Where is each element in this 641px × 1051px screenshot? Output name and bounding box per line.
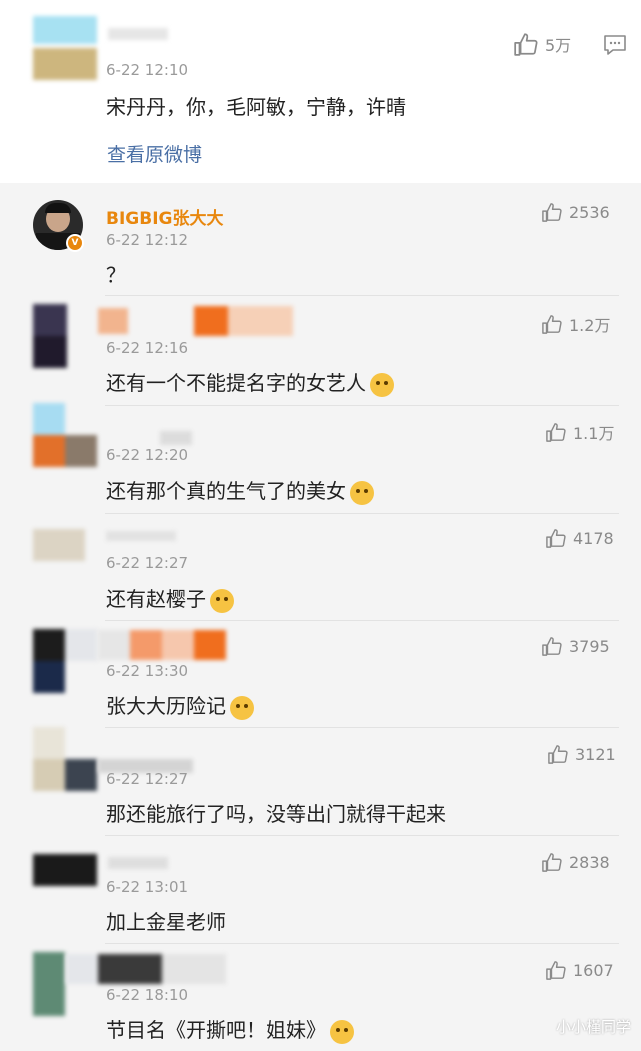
- reply-text: 还有赵樱子: [106, 583, 234, 613]
- laugh-cry-emoji: [230, 695, 254, 720]
- reply-time: 6-22 13:30: [106, 662, 189, 680]
- watermark: 小小槿同学: [555, 1018, 631, 1036]
- comment-text: 宋丹丹，你，毛阿敏，宁静，许晴: [106, 95, 406, 119]
- like-button[interactable]: 5万: [513, 32, 571, 56]
- reply-text-content: 还有那个真的生气了的美女: [106, 479, 346, 503]
- username-blurred[interactable]: [108, 857, 168, 869]
- avatar[interactable]: [33, 854, 97, 886]
- reply-time: 6-22 12:12: [106, 231, 189, 249]
- reply-text-content: 张大大历险记: [106, 694, 226, 718]
- like-button[interactable]: 1.1万: [545, 420, 614, 444]
- like-count: 1.1万: [573, 424, 615, 443]
- username-blurred[interactable]: [106, 531, 176, 541]
- divider: [105, 620, 619, 621]
- divider: [105, 835, 619, 836]
- divider: [105, 727, 619, 728]
- reply-text: 还有一个不能提名字的女艺人: [106, 367, 394, 397]
- doge-emoji: [330, 1019, 354, 1044]
- reply-time: 6-22 12:20: [106, 446, 189, 464]
- like-count: 1607: [573, 960, 614, 980]
- reply-text: 张大大历险记: [106, 690, 254, 720]
- divider: [105, 513, 619, 514]
- like-button[interactable]: 1607: [545, 960, 614, 980]
- like-button[interactable]: 3121: [547, 744, 616, 764]
- reply-text-content: 还有一个不能提名字的女艺人: [106, 371, 366, 395]
- thumbs-up-icon: [546, 529, 566, 548]
- reply-text-content: 节目名《开撕吧！姐妹》: [106, 1018, 326, 1042]
- like-count: 2838: [569, 852, 610, 872]
- username-blurred[interactable]: [98, 306, 293, 336]
- like-button[interactable]: 3795: [541, 636, 610, 656]
- username-blurred[interactable]: [108, 28, 168, 40]
- reply-time: 6-22 13:01: [106, 878, 189, 896]
- divider: [105, 405, 619, 406]
- reply-text: 节目名《开撕吧！姐妹》: [106, 1014, 354, 1044]
- like-button[interactable]: 2536: [541, 202, 610, 222]
- like-count: 5万: [545, 36, 572, 55]
- like-count: 3121: [575, 744, 616, 764]
- reply-text: 那还能旅行了吗，没等出门就得干起来: [106, 802, 446, 826]
- reply-icon[interactable]: [603, 34, 627, 60]
- reply-text: 还有那个真的生气了的美女: [106, 475, 374, 505]
- like-count: 3795: [569, 636, 610, 656]
- verified-badge: V: [66, 234, 84, 252]
- avatar[interactable]: [33, 727, 97, 791]
- avatar[interactable]: [33, 952, 65, 1016]
- username[interactable]: BIGBIG张大大: [106, 204, 223, 229]
- main-comment: 6-22 12:10 宋丹丹，你，毛阿敏，宁静，许晴 查看原微博 5万: [0, 0, 641, 183]
- like-button[interactable]: 1.2万: [541, 312, 610, 336]
- like-button[interactable]: 2838: [541, 852, 610, 872]
- avatar[interactable]: [33, 629, 97, 693]
- thumbs-up-icon: [546, 961, 566, 980]
- thumbs-up-icon: [542, 853, 562, 872]
- thumbs-up-icon: [548, 745, 568, 764]
- reply-text: 加上金星老师: [106, 910, 226, 934]
- doge-emoji: [350, 480, 374, 505]
- reply-time: 6-22 12:27: [106, 554, 189, 572]
- reply-text-content: 还有赵樱子: [106, 587, 206, 611]
- like-button[interactable]: 4178: [545, 528, 614, 548]
- reply-time: 6-22 18:10: [106, 986, 189, 1004]
- view-original-link[interactable]: 查看原微博: [107, 140, 202, 167]
- divider: [105, 943, 619, 944]
- thumbs-up-icon: [542, 315, 562, 334]
- divider: [105, 295, 619, 296]
- like-count: 4178: [573, 528, 614, 548]
- reply-time: 6-22 12:16: [106, 339, 189, 357]
- avatar[interactable]: [33, 529, 85, 561]
- thumbs-up-icon: [542, 203, 562, 222]
- party-emoji: [210, 588, 234, 613]
- like-count: 2536: [569, 202, 610, 222]
- username-blurred[interactable]: [98, 630, 228, 660]
- thumbs-up-icon: [514, 33, 538, 56]
- username-blurred[interactable]: [160, 431, 192, 445]
- doge-emoji: [370, 372, 394, 397]
- thumbs-up-icon: [542, 637, 562, 656]
- avatar[interactable]: [33, 16, 97, 80]
- avatar[interactable]: [33, 403, 97, 467]
- avatar[interactable]: [33, 304, 67, 368]
- like-count: 1.2万: [569, 316, 611, 335]
- replies-list: V BIGBIG张大大 6-22 12:12 ？ 2536 6-22 12:16…: [0, 183, 641, 1051]
- username-blurred[interactable]: [66, 954, 226, 984]
- thumbs-up-icon: [546, 423, 566, 442]
- reply-time: 6-22 12:27: [106, 770, 189, 788]
- reply-text: ？: [106, 263, 126, 287]
- comment-time: 6-22 12:10: [106, 61, 189, 79]
